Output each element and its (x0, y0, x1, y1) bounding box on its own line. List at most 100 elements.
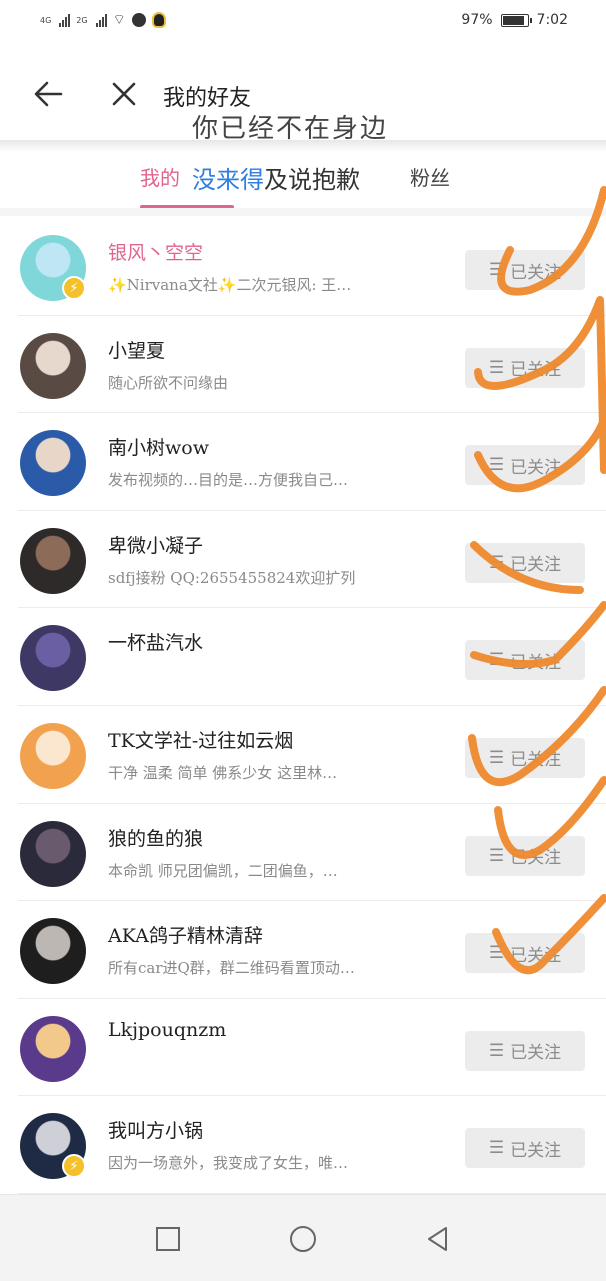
network-label-2: 2G (76, 15, 88, 25)
friend-row[interactable]: 狼的鱼的狼本命凯 师兄团偏凯，二团偏鱼，… ☰ 已关注 (0, 804, 606, 902)
avatar[interactable] (20, 430, 86, 497)
tabs: 我的 粉丝 没来得及说抱歉 (0, 150, 606, 209)
following-label: 已关注 (510, 945, 562, 966)
handwriting-overlay-tabs: 没来得及说抱歉 (192, 160, 360, 195)
handwriting-blue-text: 没来得 (192, 166, 264, 194)
following-button[interactable]: ☰ 已关注 (465, 933, 585, 974)
friend-name[interactable]: 银风丶空空 (108, 238, 203, 265)
close-button[interactable] (106, 76, 142, 112)
following-button[interactable]: ☰ 已关注 (465, 542, 585, 583)
home-button[interactable] (283, 1219, 323, 1259)
friend-name[interactable]: 一杯盐汽水 (108, 628, 203, 655)
friend-row[interactable]: 南小树wow 发布视频的…目的是…方便我自己… ☰ 已关注 (0, 413, 606, 511)
avatar[interactable] (20, 722, 86, 789)
close-icon (112, 82, 136, 106)
signal-icon-2 (95, 13, 107, 27)
menu-lines-icon: ☰ (488, 260, 505, 280)
following-label: 已关注 (510, 1043, 562, 1064)
friend-row[interactable]: ⚡ 银风丶空空 ✨Nirvana文社✨二次元银风: 王… ☰ 已关注 (0, 218, 606, 316)
following-button[interactable]: ☰ 已关注 (465, 1030, 585, 1071)
battery-percent: 97% (461, 12, 493, 28)
qq-icon (151, 12, 166, 28)
friend-desc: 因为一场意外，我变成了女生，唯… (108, 1154, 349, 1173)
following-button[interactable]: ☰ 已关注 (465, 1128, 585, 1169)
friend-desc: 随心所欲不问缘由 (108, 373, 229, 392)
following-label: 已关注 (510, 262, 562, 283)
avatar[interactable] (20, 332, 86, 399)
wifi-icon: ⌔ (112, 12, 126, 28)
friend-row[interactable]: 一杯盐汽水 ☰ 已关注 (0, 608, 606, 706)
following-label: 已关注 (510, 360, 562, 381)
following-label: 已关注 (510, 1140, 562, 1161)
network-label-1: 4G (40, 15, 52, 25)
menu-lines-icon: ☰ (488, 1138, 505, 1159)
handwriting-dark-text: 及说抱歉 (264, 166, 360, 194)
following-label: 已关注 (510, 457, 562, 478)
friend-name[interactable]: Lkjpouqnzm (108, 1019, 226, 1041)
friend-name[interactable]: 小望夏 (108, 336, 165, 363)
menu-lines-icon: ☰ (488, 650, 505, 671)
friend-name[interactable]: TK文学社-过往如云烟 (108, 726, 293, 753)
verified-badge-icon: ⚡ (62, 1154, 86, 1179)
friend-row[interactable]: AKA鸽子精林清辞所有car进Q群，群二维码看置顶动… ☰ 已关注 (0, 901, 606, 999)
tab-fans[interactable]: 粉丝 (410, 162, 450, 191)
avatar[interactable] (20, 918, 86, 985)
back-button[interactable] (30, 76, 66, 112)
friend-desc: 本命凯 师兄团偏凯，二团偏鱼，… (108, 861, 338, 880)
friend-row[interactable]: Lkjpouqnzm ☰ 已关注 (0, 999, 606, 1097)
avatar[interactable] (20, 527, 86, 594)
friend-row[interactable]: ⚡ 我叫方小锅因为一场意外，我变成了女生，唯… ☰ 已关注 (0, 1096, 606, 1194)
following-button[interactable]: ☰ 已关注 (465, 250, 585, 290)
friend-desc: 干净 温柔 简单 佛系少女 这里林… (108, 763, 338, 782)
following-button[interactable]: ☰ 已关注 (465, 737, 585, 778)
following-button[interactable]: ☰ 已关注 (465, 347, 585, 388)
circle-icon (290, 1226, 316, 1252)
friend-desc: sdfj接粉 QQ:2655455824欢迎扩列 (108, 568, 356, 587)
friend-row[interactable]: 小望夏随心所欲不问缘由 ☰ 已关注 (0, 316, 606, 414)
status-left: 4G 2G ⌔ (40, 12, 166, 28)
friend-desc: 发布视频的…目的是…方便我自己… (108, 471, 349, 490)
status-bar: 4G 2G ⌔ 97% 7:02 (0, 0, 606, 48)
menu-lines-icon: ☰ (488, 747, 505, 768)
following-label: 已关注 (510, 750, 562, 771)
menu-lines-icon: ☰ (488, 943, 505, 964)
friend-row[interactable]: TK文学社-过往如云烟干净 温柔 简单 佛系少女 这里林… ☰ 已关注 (0, 706, 606, 804)
avatar[interactable] (20, 625, 86, 692)
friend-list: ⚡ 银风丶空空 ✨Nirvana文社✨二次元银风: 王… ☰ 已关注 小望夏 随心所欲不问缘… (0, 218, 606, 1194)
following-button[interactable]: ☰ 已关注 (465, 445, 585, 486)
recent-apps-button[interactable] (148, 1219, 188, 1259)
system-nav-bar (0, 1194, 606, 1281)
friend-name[interactable]: 我叫方小锅 (108, 1116, 203, 1143)
triangle-back-icon (428, 1227, 447, 1251)
friend-name[interactable]: 卑微小凝子 (108, 531, 203, 558)
status-right: 97% 7:02 (461, 12, 568, 28)
friend-name[interactable]: 狼的鱼的狼 (108, 824, 203, 851)
tab-mine[interactable]: 我的 (140, 162, 180, 191)
menu-lines-icon: ☰ (488, 455, 505, 476)
friend-desc: ✨Nirvana文社✨二次元银风: 王… (108, 276, 352, 294)
arrow-left-icon (34, 81, 63, 107)
verified-badge-icon: ⚡ (62, 276, 86, 300)
friend-name[interactable]: AKA鸽子精林清辞 (108, 921, 263, 948)
signal-icon (59, 13, 71, 27)
friend-row[interactable]: 卑微小凝子 sdfj接粉 QQ:2655455824欢迎扩列 ☰ 已关注 (0, 511, 606, 609)
battery-icon (500, 13, 532, 27)
globe-icon (131, 13, 146, 27)
following-button[interactable]: ☰ 已关注 (465, 640, 585, 681)
avatar[interactable] (20, 820, 86, 887)
system-back-button[interactable] (418, 1219, 458, 1259)
square-icon (156, 1227, 180, 1251)
friend-desc: 所有car进Q群，群二维码看置顶动… (108, 959, 355, 978)
menu-lines-icon: ☰ (488, 1040, 505, 1061)
following-label: 已关注 (510, 848, 562, 869)
menu-lines-icon: ☰ (488, 357, 505, 378)
clock: 7:02 (536, 12, 568, 28)
menu-lines-icon: ☰ (488, 845, 505, 866)
following-button[interactable]: ☰ 已关注 (465, 835, 585, 876)
avatar[interactable] (20, 1015, 86, 1082)
friend-name[interactable]: 南小树wow (108, 433, 209, 460)
tabs-divider (0, 208, 606, 216)
following-label: 已关注 (510, 555, 562, 576)
following-label: 已关注 (510, 652, 562, 673)
menu-lines-icon: ☰ (488, 552, 505, 573)
